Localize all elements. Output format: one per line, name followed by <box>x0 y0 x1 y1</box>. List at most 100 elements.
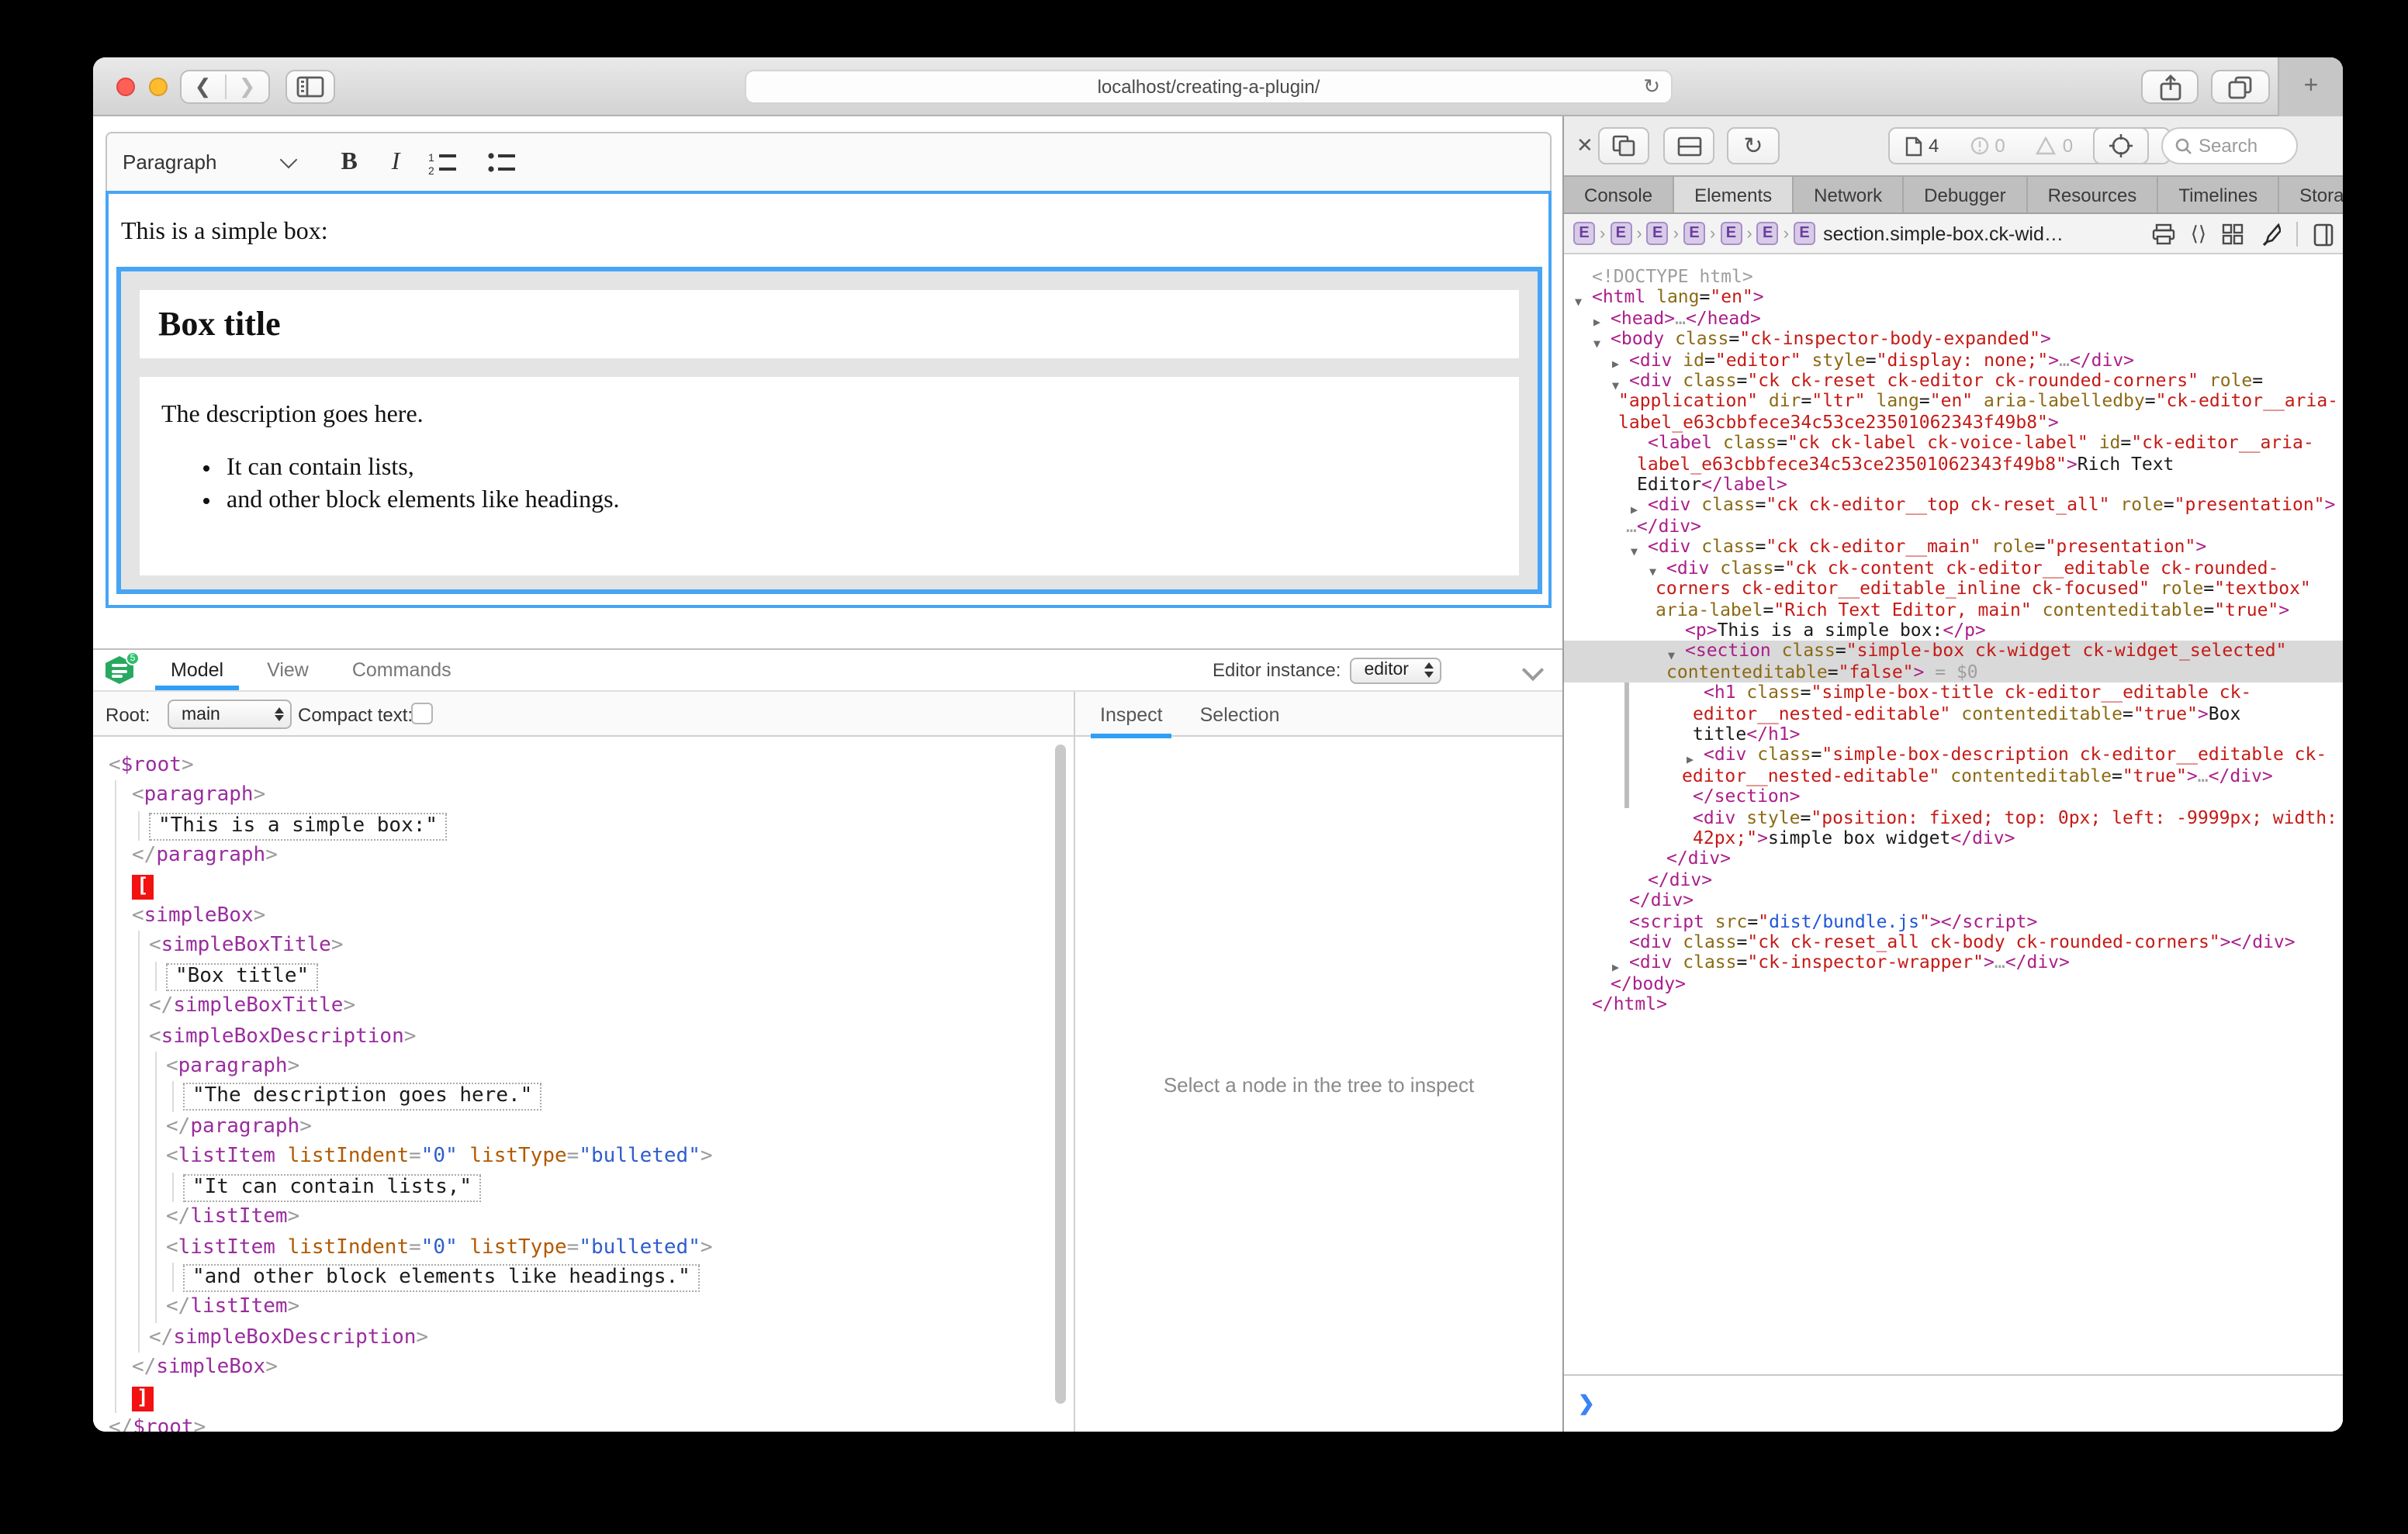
collapse-inspector-icon[interactable] <box>1522 659 1544 681</box>
dom-tree-line[interactable]: ▼<section class="simple-box ck-widget ck… <box>1564 641 2343 662</box>
italic-button[interactable]: I <box>392 148 400 176</box>
sidebar-toggle-button[interactable] <box>285 70 335 104</box>
dom-tree-line[interactable]: …</div> <box>1564 517 2343 537</box>
dom-tree-line[interactable]: editor__nested-editable" contenteditable… <box>1564 766 2343 787</box>
dom-tree-line[interactable]: title</h1> <box>1564 724 2343 745</box>
dom-tree-line[interactable]: ▶<div class="simple-box-description ck-e… <box>1564 745 2343 766</box>
dom-tree-line[interactable]: ▶<div id="editor" style="display: none;"… <box>1564 350 2343 371</box>
chevron-down-icon[interactable] <box>279 150 297 168</box>
dom-tree-line[interactable]: contenteditable="false"> = $0 <box>1564 662 2343 682</box>
dom-tree-line[interactable]: ▼<body class="ck-inspector-body-expanded… <box>1564 329 2343 350</box>
model-tree-line[interactable]: </$root> <box>93 1413 1074 1432</box>
breadcrumb-element-badge[interactable]: E <box>1573 222 1595 245</box>
model-tree-line[interactable]: <$root> <box>93 751 1074 781</box>
bulleted-list-button[interactable] <box>486 150 517 174</box>
bold-button[interactable]: B <box>341 148 357 176</box>
dom-tree-line[interactable]: <p>This is a simple box:</p> <box>1564 620 2343 641</box>
description-paragraph[interactable]: The description goes here. <box>161 402 1519 430</box>
ckeditor-editable[interactable]: This is a simple box: Box title The desc… <box>106 191 1552 608</box>
dom-tree-line[interactable]: </div> <box>1564 849 2343 870</box>
model-tree-scrollbar[interactable] <box>1055 745 1066 1404</box>
model-tree-line[interactable]: <listItem listIndent="0" listType="bulle… <box>93 1142 1074 1173</box>
editor-instance-select[interactable]: editor <box>1350 657 1441 683</box>
close-window-button[interactable] <box>116 78 135 96</box>
model-tree-line[interactable]: </paragraph> <box>93 841 1074 871</box>
simple-box-description[interactable]: The description goes here. It can contai… <box>140 377 1519 575</box>
model-tree-line[interactable]: <paragraph> <box>93 1052 1074 1082</box>
model-tree-line[interactable]: </simpleBoxDescription> <box>93 1322 1074 1353</box>
tab-overview-button[interactable] <box>2211 70 2270 104</box>
model-tree-line[interactable]: </simpleBox> <box>93 1353 1074 1383</box>
breadcrumb-element-badge[interactable]: E <box>1647 222 1669 245</box>
dom-tree-line[interactable]: label_e63cbbfece34c53ce23501062343f49b8"… <box>1564 413 2343 434</box>
dom-tree-line[interactable]: editor__nested-editable" contenteditable… <box>1564 703 2343 724</box>
dom-tree-line[interactable]: "application" dir="ltr" lang="en" aria-l… <box>1564 392 2343 413</box>
grid-icon[interactable] <box>2222 223 2244 245</box>
dom-tree-line[interactable]: ▼<div class="ck ck-editor__main" role="p… <box>1564 537 2343 558</box>
model-tree-line[interactable]: <paragraph> <box>93 781 1074 811</box>
model-tree-line[interactable]: "It can contain lists," <box>93 1172 1074 1202</box>
dom-tree-line[interactable]: Editor</label> <box>1564 475 2343 496</box>
forward-button[interactable]: ❯ <box>226 74 268 99</box>
panel-toggle-icon[interactable] <box>2313 223 2334 246</box>
model-tree-line[interactable]: </listItem> <box>93 1293 1074 1323</box>
minimize-window-button[interactable] <box>149 78 168 96</box>
tab-view[interactable]: View <box>245 650 330 690</box>
back-button[interactable]: ❮ <box>182 74 226 99</box>
dom-tree-line[interactable]: ▼<html lang="en"> <box>1564 288 2343 309</box>
dom-tree-line[interactable]: <h1 class="simple-box-title ck-editor__e… <box>1564 682 2343 703</box>
model-tree-line[interactable]: </paragraph> <box>93 1112 1074 1142</box>
dom-tree-line[interactable]: corners ck-editor__editable_inline ck-fo… <box>1564 579 2343 599</box>
breadcrumb-element-badge[interactable]: E <box>1683 222 1705 245</box>
dom-tree-line[interactable]: label_e63cbbfece34c53ce23501062343f49b8"… <box>1564 454 2343 475</box>
model-tree-line[interactable]: ] <box>93 1383 1074 1413</box>
breadcrumb-element-badge[interactable]: E <box>1757 222 1779 245</box>
dom-tree-line[interactable]: ▼<div class="ck ck-content ck-editor__ed… <box>1564 558 2343 579</box>
new-tab-button[interactable]: + <box>2278 57 2343 116</box>
code-brackets-icon[interactable]: ⟨⟩ <box>2191 222 2206 247</box>
dom-tree-line[interactable]: </html> <box>1564 994 2343 1015</box>
devtools-tab-Storage[interactable]: Storage <box>2279 177 2343 212</box>
list-item[interactable]: It can contain lists, <box>227 454 1519 482</box>
reload-icon[interactable]: ↻ <box>1643 74 1660 99</box>
dock-devtools-button[interactable] <box>1663 127 1714 164</box>
dom-tree-line[interactable]: ▶<div class="ck ck-editor__top ck-reset_… <box>1564 496 2343 517</box>
model-tree-line[interactable]: </listItem> <box>93 1202 1074 1232</box>
dom-tree-line[interactable]: <div class="ck ck-reset_all ck-body ck-r… <box>1564 932 2343 953</box>
dom-tree-line[interactable]: <script src="dist/bundle.js"></script> <box>1564 911 2343 932</box>
model-tree-line[interactable]: </simpleBoxTitle> <box>93 992 1074 1022</box>
dom-tree-line[interactable]: </body> <box>1564 974 2343 995</box>
devtools-tab-Resources[interactable]: Resources <box>2028 177 2159 212</box>
tab-model[interactable]: Model <box>149 650 245 690</box>
devtools-tab-Elements[interactable]: Elements <box>1674 177 1794 212</box>
close-devtools-button[interactable]: ✕ <box>1576 133 1593 158</box>
tab-commands[interactable]: Commands <box>330 650 473 690</box>
devtools-tab-Debugger[interactable]: Debugger <box>1904 177 2027 212</box>
model-tree-line[interactable]: "The description goes here." <box>93 1082 1074 1112</box>
dom-tree-line[interactable]: ▶<head>…</head> <box>1564 309 2343 330</box>
address-bar[interactable]: localhost/creating-a-plugin/ ↻ <box>745 70 1673 104</box>
numbered-list-button[interactable]: 12 <box>427 150 458 174</box>
tab-selection[interactable]: Selection <box>1182 692 1299 738</box>
dom-tree-line[interactable]: 42px;">simple box widget</div> <box>1564 828 2343 849</box>
share-button[interactable] <box>2141 70 2199 104</box>
breadcrumb-element-badge[interactable]: E <box>1720 222 1742 245</box>
devtools-tab-Timelines[interactable]: Timelines <box>2158 177 2279 212</box>
intro-paragraph[interactable]: This is a simple box: <box>121 219 328 247</box>
dom-tree-line[interactable]: <label class="ck ck-label ck-voice-label… <box>1564 434 2343 454</box>
reload-page-button[interactable]: ↻ <box>1727 127 1780 164</box>
devtools-tab-Console[interactable]: Console <box>1564 177 1674 212</box>
dom-tree-line[interactable]: ▼<div class="ck ck-reset ck-editor ck-ro… <box>1564 371 2343 392</box>
tab-inspect[interactable]: Inspect <box>1081 692 1182 738</box>
quick-console[interactable]: ❯ <box>1564 1374 2343 1432</box>
dom-tree-line[interactable]: ▶<div class="ck-inspector-wrapper">…</di… <box>1564 953 2343 974</box>
simple-box-title[interactable]: Box title <box>140 290 1519 358</box>
breadcrumb-element-badge[interactable]: E <box>1794 222 1815 245</box>
compact-text-checkbox[interactable] <box>411 703 433 724</box>
devtools-search-input[interactable]: Search <box>2161 127 2298 164</box>
dom-tree-line[interactable]: aria-label="Rich Text Editor, main" cont… <box>1564 599 2343 620</box>
element-picker-button[interactable] <box>2093 127 2149 164</box>
dom-tree-line[interactable]: <div style="position: fixed; top: 0px; l… <box>1564 807 2343 828</box>
breadcrumb-current-label[interactable]: section.simple-box.ck-wid… <box>1823 223 2064 244</box>
model-tree-line[interactable]: <simpleBoxTitle> <box>93 931 1074 962</box>
